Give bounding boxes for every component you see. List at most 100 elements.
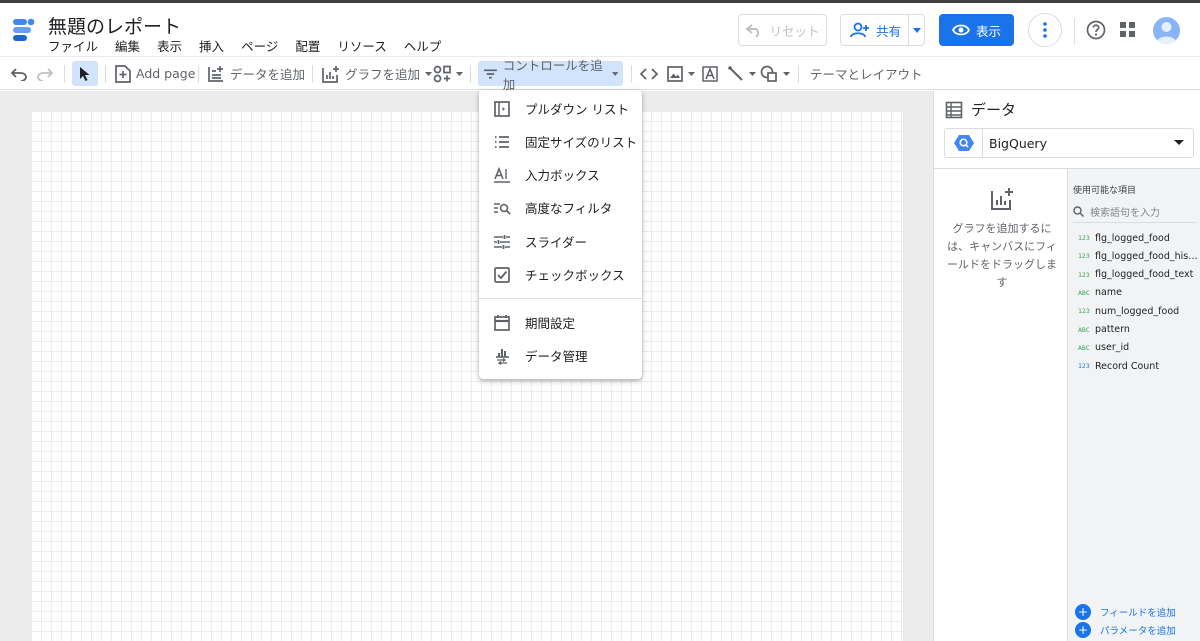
field-name: user_id — [1095, 342, 1130, 354]
field-item[interactable]: 123 Record Count — [1068, 357, 1200, 375]
field-type-badge: ABC — [1078, 288, 1090, 297]
menu-item-label: スライダー — [525, 235, 588, 250]
caret-down-icon — [611, 71, 618, 76]
menu-insert[interactable]: 挿入 — [199, 36, 224, 55]
menu-item-advanced-filter[interactable]: 高度なフィルタ — [479, 191, 642, 224]
header-separator — [1074, 18, 1075, 44]
report-canvas[interactable] — [31, 111, 903, 641]
data-panel-title: データ — [971, 101, 1017, 119]
field-item[interactable]: ABC pattern — [1068, 321, 1200, 339]
user-avatar[interactable] — [1153, 17, 1180, 44]
looker-studio-logo[interactable] — [10, 16, 38, 44]
field-item[interactable]: 123 num_logged_food — [1068, 302, 1200, 320]
text-button[interactable] — [702, 57, 718, 90]
field-type-badge: ABC — [1078, 325, 1090, 334]
add-control-label: コントロールを追加 — [502, 57, 603, 92]
add-data-icon — [208, 65, 223, 82]
field-type-badge: 123 — [1078, 307, 1090, 316]
field-search-input[interactable]: 検索語句を入力 — [1073, 201, 1197, 223]
add-control-button[interactable]: コントロールを追加 — [478, 58, 623, 92]
menu-item-label: データ管理 — [525, 349, 588, 364]
field-item[interactable]: ABC user_id — [1068, 339, 1200, 357]
add-page-label: Add page — [136, 66, 196, 81]
image-button[interactable] — [667, 57, 695, 90]
add-parameter-label: パラメータを追加 — [1100, 626, 1176, 637]
theme-layout-button[interactable]: テーマとレイアウト — [810, 57, 923, 90]
embed-url-button[interactable] — [640, 57, 658, 90]
apps-grid-icon[interactable] — [1120, 22, 1136, 38]
field-type-badge: 123 — [1078, 252, 1090, 261]
add-parameter-button[interactable]: + パラメータを追加 — [1075, 622, 1176, 638]
field-item[interactable]: 123 flg_logged_food — [1068, 229, 1200, 247]
redo-button[interactable] — [36, 57, 54, 90]
line-button[interactable] — [728, 57, 756, 90]
drag-field-hint: グラフを追加するには、キャンバスにフィールドをドラッグします — [947, 222, 1057, 289]
share-main[interactable]: 共有 — [841, 15, 909, 45]
menu-file[interactable]: ファイル — [48, 36, 98, 55]
menu-resource[interactable]: リソース — [337, 36, 386, 55]
add-chart-icon — [991, 188, 1013, 210]
add-chart-button[interactable]: グラフを追加 — [322, 57, 433, 90]
caret-down-icon — [1174, 140, 1184, 145]
view-label: 表示 — [975, 23, 1001, 39]
more-vert-icon — [1043, 22, 1047, 38]
fixed-list-icon — [495, 136, 509, 148]
data-control-icon — [496, 349, 509, 365]
menu-item-label: 高度なフィルタ — [525, 201, 613, 216]
menu-divider — [479, 298, 642, 299]
menu-item-fixed-list[interactable]: 固定サイズのリスト — [479, 125, 642, 158]
available-fields-panel: 使用可能な項目 検索語句を入力 123 flg_logged_food 123 flg… — [1067, 169, 1200, 641]
menu-item-checkbox[interactable]: チェックボックス — [479, 258, 642, 291]
field-name: pattern — [1095, 324, 1130, 335]
add-component-button[interactable] — [433, 57, 463, 90]
menu-item-date-range[interactable]: 期間設定 — [479, 306, 642, 339]
menu-help[interactable]: ヘルプ — [404, 36, 442, 55]
reset-label: リセット — [769, 23, 820, 39]
field-item[interactable]: 123 flg_logged_food_text — [1068, 266, 1200, 284]
undo-button[interactable] — [10, 57, 28, 90]
share-options-caret[interactable] — [909, 27, 924, 33]
shape-button[interactable] — [760, 57, 790, 90]
caret-down-icon — [425, 71, 433, 76]
plus-icon: + — [1075, 604, 1091, 620]
menu-item-label: プルダウン リスト — [525, 102, 629, 117]
field-name: flg_logged_food_historical — [1095, 250, 1198, 262]
search-placeholder: 検索語句を入力 — [1090, 208, 1160, 219]
field-type-badge: 123 — [1078, 270, 1090, 279]
plus-icon: + — [1075, 622, 1091, 638]
data-panel-header: データ — [945, 99, 1016, 120]
field-item[interactable]: ABC name — [1068, 284, 1200, 302]
bigquery-icon — [954, 135, 974, 151]
add-page-button[interactable]: Add page — [115, 57, 195, 90]
toolbar: Add page データを追加 グラフを追加 コントロールを追加 テーマとレイア… — [0, 56, 1200, 92]
menu-page[interactable]: ページ — [241, 36, 278, 55]
toolbar-separator — [198, 65, 199, 83]
calendar-icon — [494, 315, 510, 331]
menu-edit[interactable]: 編集 — [115, 36, 140, 55]
help-icon[interactable] — [1086, 20, 1106, 40]
share-label: 共有 — [876, 23, 902, 39]
select-tool[interactable] — [72, 61, 98, 86]
add-data-button[interactable]: データを追加 — [207, 57, 305, 90]
menu-view[interactable]: 表示 — [157, 36, 182, 55]
menu-item-data-control[interactable]: データ管理 — [479, 339, 642, 372]
field-item[interactable]: 123 flg_logged_food_historical — [1068, 247, 1200, 265]
report-title[interactable]: 無題のレポート — [48, 12, 181, 39]
view-button[interactable]: 表示 — [939, 14, 1014, 46]
menu-item-dropdown-list[interactable]: プルダウン リスト — [479, 92, 642, 125]
field-name: flg_logged_food_text — [1095, 269, 1194, 281]
menu-arrange[interactable]: 配置 — [295, 36, 320, 55]
eye-icon — [951, 24, 970, 36]
menu-item-input-box[interactable]: 入力ボックス — [479, 158, 642, 191]
caret-down-icon — [912, 27, 921, 33]
more-options-button[interactable] — [1028, 13, 1062, 47]
reset-button[interactable]: リセット — [738, 14, 827, 46]
share-button[interactable]: 共有 — [840, 14, 925, 46]
add-field-button[interactable]: + フィールドを追加 — [1075, 604, 1176, 620]
menu-item-slider[interactable]: スライダー — [479, 225, 642, 258]
menu-bar: ファイル 編集 表示 挿入 ページ 配置 リソース ヘルプ — [48, 36, 458, 55]
input-box-icon — [494, 166, 510, 183]
image-icon — [667, 65, 683, 82]
datasource-select[interactable]: BigQuery — [944, 128, 1194, 158]
add-page-icon — [115, 64, 131, 83]
